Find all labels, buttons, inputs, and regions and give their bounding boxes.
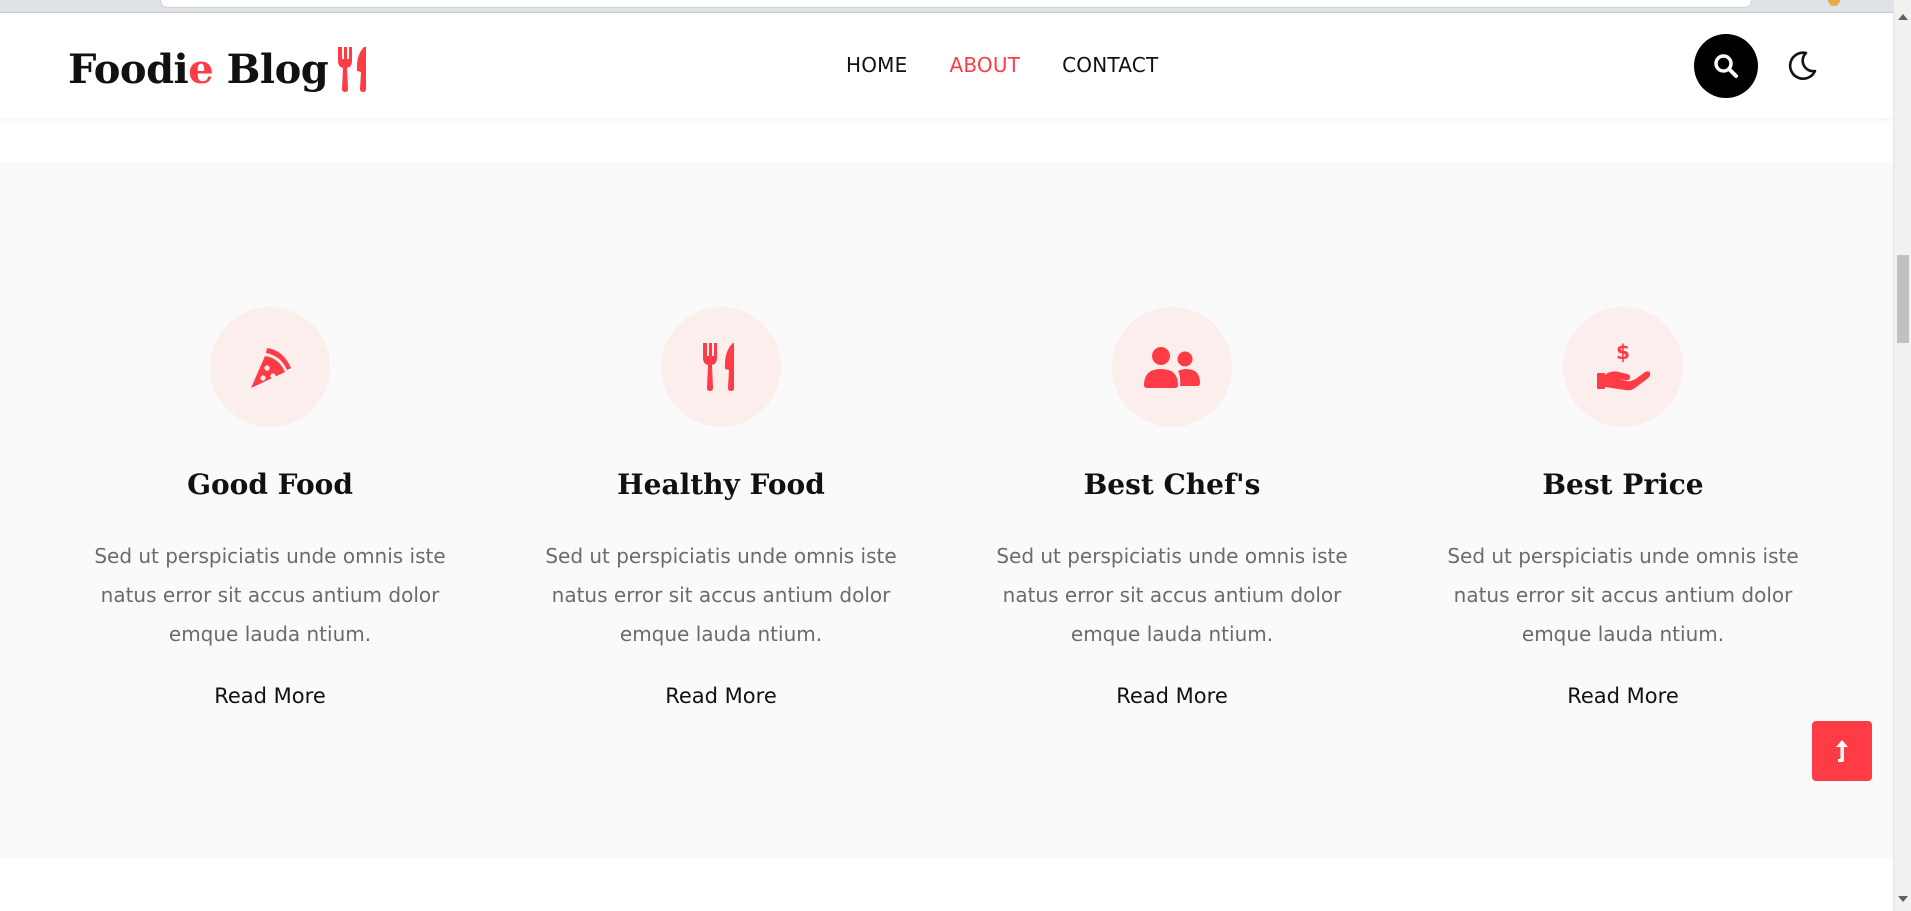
read-more-link[interactable]: Read More [45,684,495,708]
feature-icon-circle [1112,307,1232,427]
site-header: Foodie Blog HOME ABOUT CONTACT [0,13,1893,118]
theme-toggle-button[interactable] [1782,46,1822,86]
hand-holding-dollar-icon: $ [1597,341,1651,391]
nav-contact[interactable]: CONTACT [1062,53,1158,77]
feature-icon-circle [210,307,330,427]
feature-description: Sed ut perspiciatis unde omnis iste natu… [1447,544,1799,646]
read-more-link[interactable]: Read More [1398,684,1848,708]
search-button[interactable] [1694,34,1758,98]
moon-icon [1788,51,1817,80]
pizza-slice-icon [251,348,291,388]
logo-text: Foodie Blog [68,45,329,93]
scroll-up-arrow-icon[interactable] [1898,14,1908,20]
site-logo[interactable]: Foodie Blog [68,41,376,97]
svg-text:$: $ [1616,341,1630,364]
feature-title: Best Price [1542,468,1704,501]
address-bar[interactable] [160,0,1752,8]
feature-description: Sed ut perspiciatis unde omnis iste natu… [94,544,446,646]
features-section: Good Food Sed ut perspiciatis unde omnis… [0,162,1893,858]
arrow-up-icon [1836,740,1848,762]
utensils-icon [338,47,367,92]
utensils-icon [703,343,734,391]
page-scrollbar[interactable] [1893,0,1911,911]
profile-avatar[interactable] [1828,0,1840,6]
feature-title: Good Food [187,468,353,501]
scrollbar-thumb[interactable] [1897,255,1909,343]
nav-about[interactable]: ABOUT [949,53,1020,77]
browser-chrome-strip [0,0,1911,13]
page: Foodie Blog HOME ABOUT CONTACT Good Food… [0,13,1893,911]
feature-description: Sed ut perspiciatis unde omnis iste natu… [996,544,1348,646]
nav-home[interactable]: HOME [846,53,907,77]
feature-title: Healthy Food [617,468,825,501]
feature-icon-circle: $ [1563,307,1683,427]
read-more-link[interactable]: Read More [947,684,1397,708]
users-icon [1144,347,1200,388]
feature-icon-circle [661,307,781,427]
feature-title: Best Chef's [1083,468,1261,501]
scroll-down-arrow-icon[interactable] [1898,896,1908,902]
scroll-to-top-button[interactable] [1812,721,1872,781]
read-more-link[interactable]: Read More [496,684,946,708]
main-nav: HOME ABOUT CONTACT [846,53,1158,77]
search-icon [1714,54,1738,78]
feature-description: Sed ut perspiciatis unde omnis iste natu… [545,544,897,646]
